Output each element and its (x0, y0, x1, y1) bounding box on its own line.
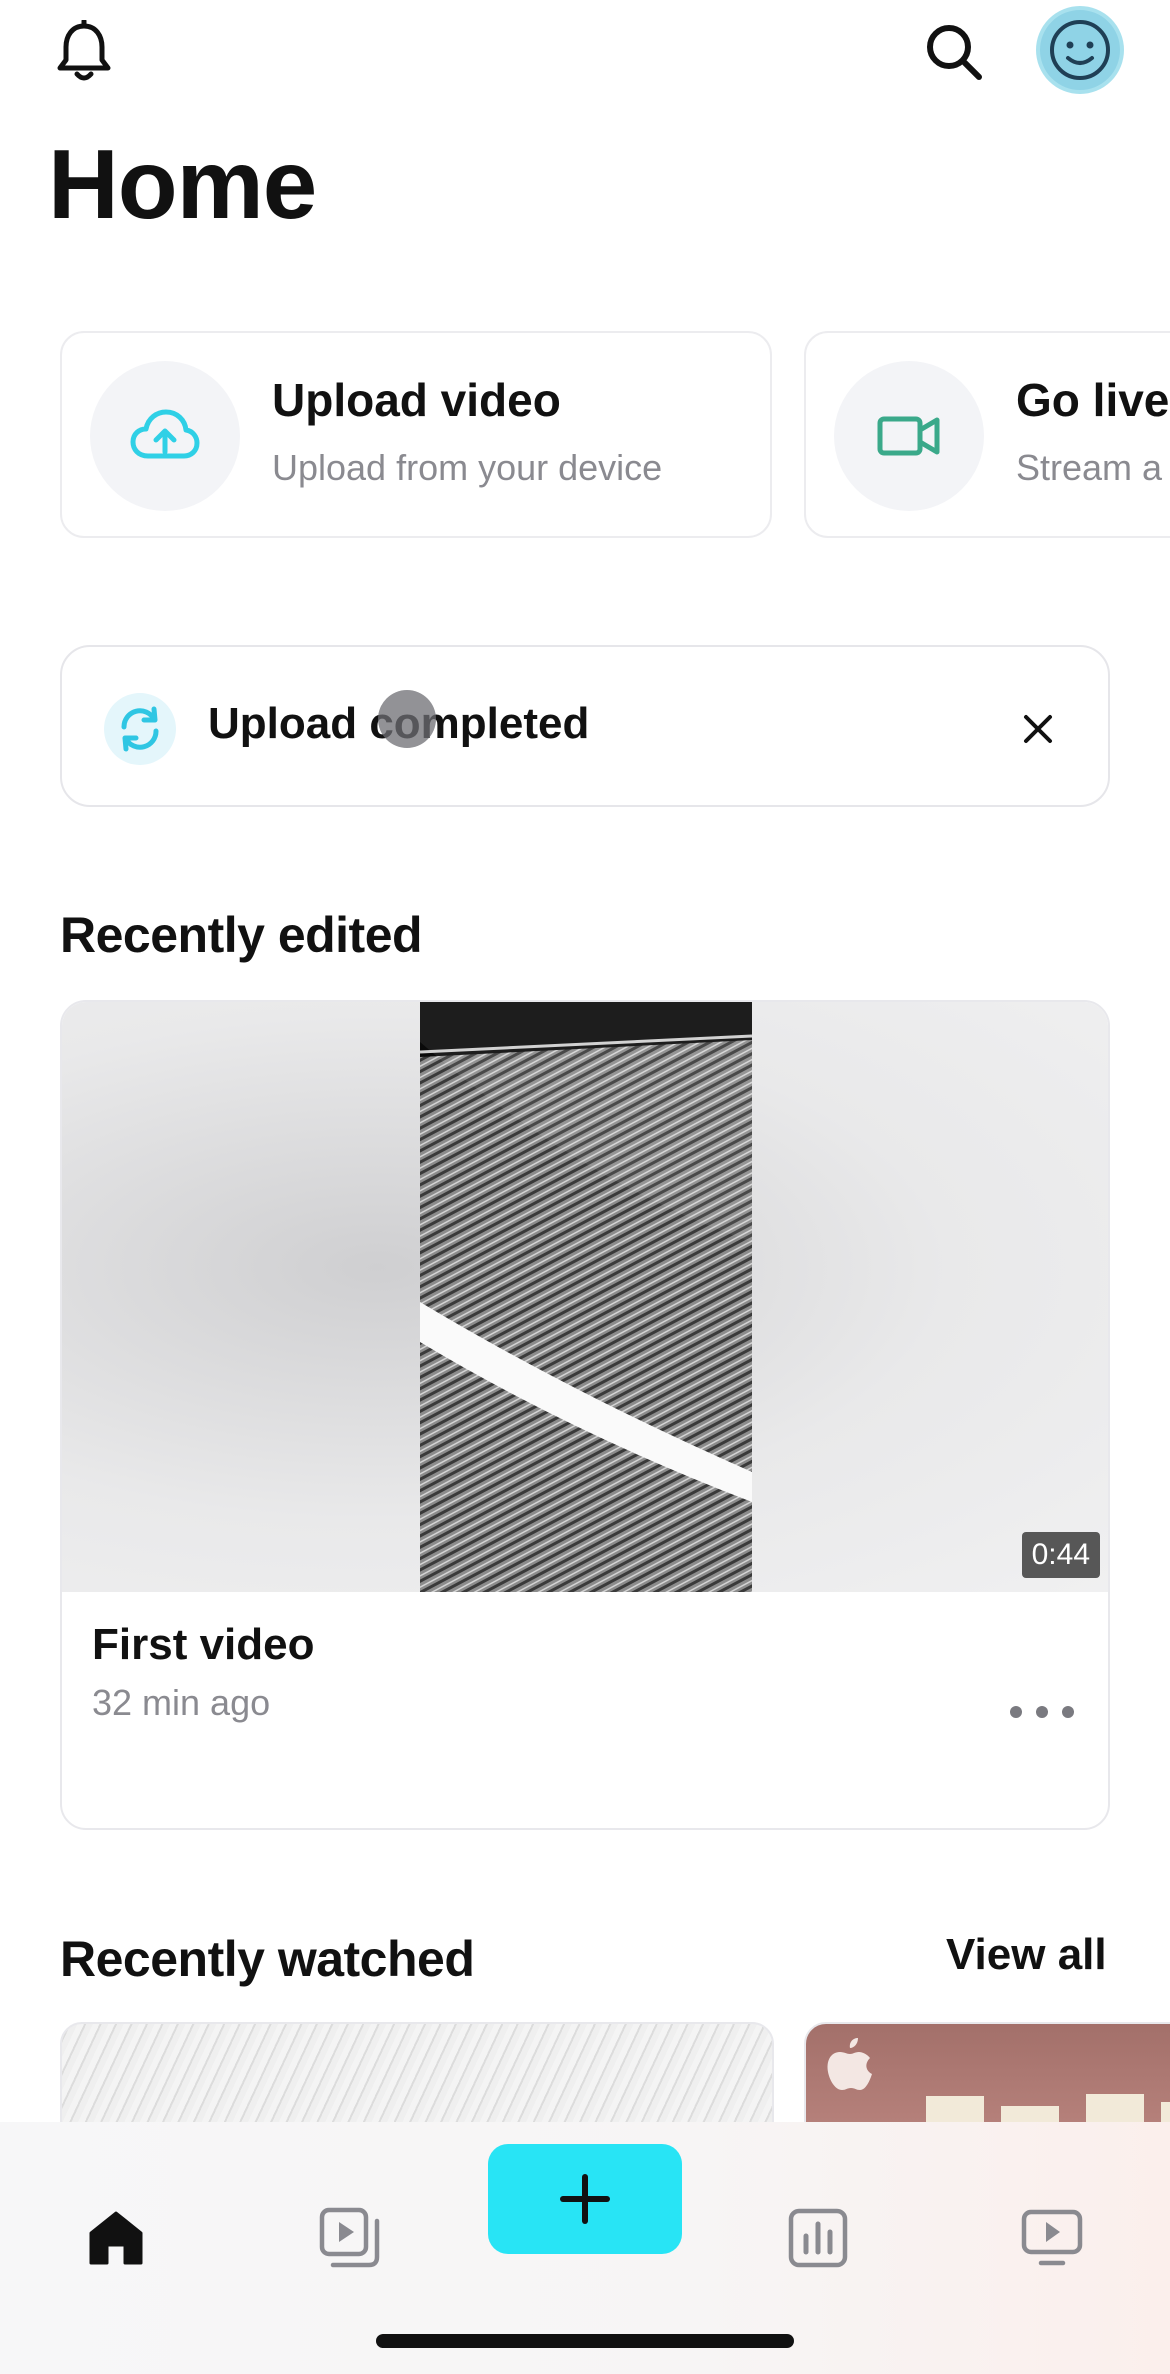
upload-video-subtitle: Upload from your device (272, 447, 663, 488)
upload-status-banner: Upload completed (60, 645, 1110, 807)
video-title: First video (92, 1620, 315, 1669)
view-all-link[interactable]: View all (946, 1930, 1107, 1980)
video-card[interactable]: 0:44 First video 32 min ago (60, 1000, 1110, 1830)
watch-icon[interactable] (1012, 2198, 1092, 2278)
upload-video-title: Upload video (272, 374, 561, 426)
videos-icon[interactable] (310, 2198, 390, 2278)
home-icon[interactable] (76, 2198, 156, 2278)
video-thumbnail[interactable]: 0:44 (62, 1002, 1108, 1592)
avatar-icon[interactable] (1036, 6, 1124, 94)
home-indicator (376, 2334, 794, 2348)
create-button[interactable] (488, 2144, 682, 2254)
video-duration-badge: 0:44 (1021, 1532, 1100, 1578)
cloud-upload-icon (90, 361, 240, 511)
recently-watched-heading: Recently watched (60, 1931, 475, 1987)
more-options-icon[interactable] (1002, 1692, 1082, 1732)
go-live-card[interactable]: Go live Stream a (804, 331, 1170, 538)
recently-edited-heading: Recently edited (60, 907, 423, 963)
sync-icon (104, 693, 176, 765)
go-live-title: Go live (1016, 374, 1170, 426)
apple-logo-icon (827, 2038, 872, 2090)
video-frame-image (420, 1002, 752, 1592)
video-timestamp: 32 min ago (92, 1682, 271, 1723)
upload-video-card[interactable]: Upload video Upload from your device (60, 331, 772, 538)
analytics-icon[interactable] (778, 2198, 858, 2278)
touch-indicator (378, 690, 436, 748)
bell-icon[interactable] (50, 18, 118, 86)
plus-icon (560, 2174, 610, 2224)
close-icon[interactable] (1002, 693, 1074, 765)
go-live-subtitle: Stream a (1016, 447, 1163, 488)
video-camera-icon (834, 361, 984, 511)
page-title: Home (48, 129, 317, 239)
search-icon[interactable] (918, 16, 990, 88)
